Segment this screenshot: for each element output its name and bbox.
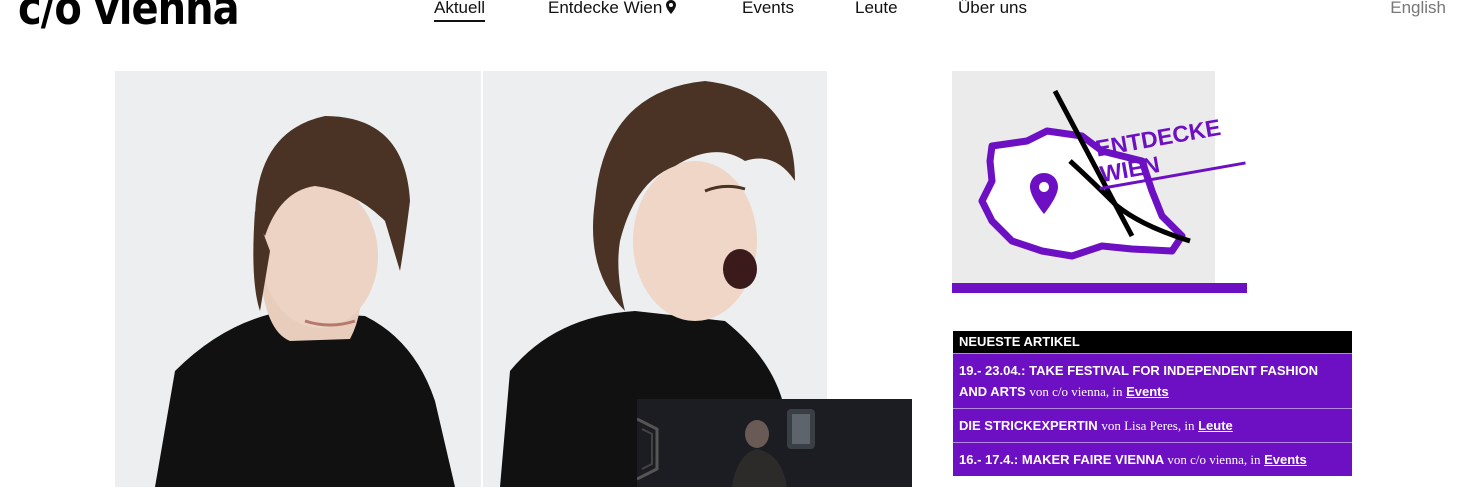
article-item[interactable]: 16.- 17.4.: MAKER FAIRE VIENNA von c/o v… xyxy=(953,442,1352,476)
nav-events[interactable]: Events xyxy=(742,0,794,18)
article-item[interactable]: DIE STRICKEXPERTIN von Lisa Peres, in Le… xyxy=(953,408,1352,442)
main-navigation: Aktuell Entdecke Wien Events Leute Über … xyxy=(0,0,1462,30)
map-pin-icon xyxy=(666,0,677,14)
article-byline: von c/o vienna, in xyxy=(1167,452,1261,467)
nav-entdecke-wien-label: Entdecke Wien xyxy=(548,0,663,17)
nav-entdecke-wien[interactable]: Entdecke Wien xyxy=(548,0,677,18)
vienna-map-icon: ENTDECKE WIEN xyxy=(978,89,1246,260)
article-title[interactable]: 16.- 17.4.: MAKER FAIRE VIENNA xyxy=(959,452,1164,467)
article-category-link[interactable]: Leute xyxy=(1198,418,1233,433)
latest-articles: NEUESTE ARTIKEL 19.- 23.04.: TAKE FESTIV… xyxy=(953,331,1352,476)
nav-aktuell[interactable]: Aktuell xyxy=(434,0,486,22)
article-category-link[interactable]: Events xyxy=(1264,452,1307,467)
articles-heading: NEUESTE ARTIKEL xyxy=(953,331,1352,353)
entdecke-wien-banner[interactable]: ENTDECKE WIEN xyxy=(952,71,1247,295)
article-item[interactable]: 19.- 23.04.: TAKE FESTIVAL FOR INDEPENDE… xyxy=(953,353,1352,408)
article-title[interactable]: DIE STRICKEXPERTIN xyxy=(959,418,1098,433)
language-switch[interactable]: English xyxy=(1390,0,1446,18)
promo-line-1: ENTDECKE xyxy=(1093,114,1222,162)
article-category-link[interactable]: Events xyxy=(1126,384,1169,399)
video-thumbnail[interactable] xyxy=(637,399,912,487)
video-still xyxy=(637,399,912,487)
article-byline: von c/o vienna, in xyxy=(1029,384,1123,399)
article-byline: von Lisa Peres, in xyxy=(1101,418,1195,433)
nav-ueber-uns[interactable]: Über uns xyxy=(958,0,1027,18)
nav-leute[interactable]: Leute xyxy=(855,0,898,18)
